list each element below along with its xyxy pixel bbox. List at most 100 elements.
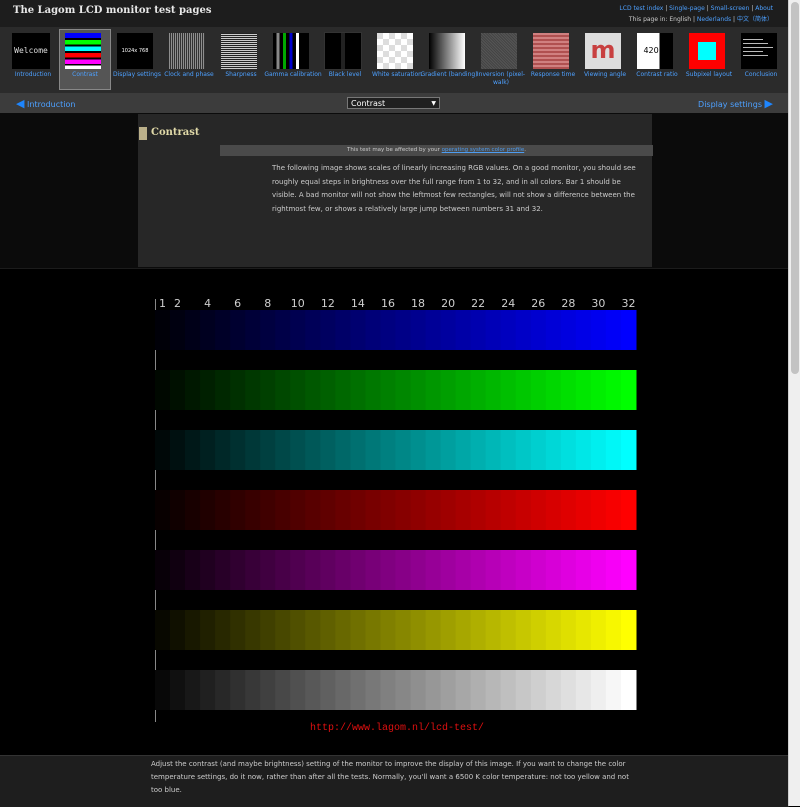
thumb-response-time[interactable]: Response time xyxy=(528,30,578,89)
scale-step xyxy=(365,610,381,650)
conclusion-line xyxy=(743,47,773,48)
link-test-index[interactable]: LCD test index xyxy=(619,5,663,12)
scale-step xyxy=(605,670,622,710)
thumb-black-level[interactable]: Black level xyxy=(320,30,370,89)
top-links: LCD test index | Single-page | Small-scr… xyxy=(619,5,773,23)
link-single-page[interactable]: Single-page xyxy=(669,5,705,12)
gradient-icon xyxy=(429,33,465,69)
scale-step xyxy=(365,310,381,350)
scale-step xyxy=(500,490,517,530)
warning-text: This test may be affected by your xyxy=(347,147,442,153)
color-profile-link[interactable]: operating system color profile xyxy=(442,147,525,153)
thumb-sharpness[interactable]: Sharpness xyxy=(216,30,266,89)
prev-page-link[interactable]: ◀ Introduction xyxy=(16,97,75,110)
scale-step xyxy=(155,310,171,350)
scale-step xyxy=(215,310,231,350)
scale-step xyxy=(530,430,547,470)
scale-step xyxy=(425,370,442,410)
scale-step xyxy=(170,550,186,590)
conclusion-line xyxy=(743,55,768,56)
color-scale-yellow xyxy=(155,610,637,650)
scale-step xyxy=(530,490,547,530)
scale-step xyxy=(620,550,637,590)
link-small-screen[interactable]: Small-screen xyxy=(711,5,750,12)
scale-step xyxy=(365,550,381,590)
scale-step xyxy=(155,370,171,410)
scrollbar[interactable] xyxy=(788,0,800,806)
white-saturation-icon xyxy=(377,33,413,69)
scale-step xyxy=(170,670,186,710)
scale-step xyxy=(395,550,412,590)
clock-phase-icon xyxy=(169,33,205,69)
scale-step xyxy=(545,550,562,590)
scale-label: 1 xyxy=(159,297,166,310)
scale-step xyxy=(260,310,276,350)
scale-step xyxy=(350,550,366,590)
scale-step xyxy=(455,310,472,350)
scale-step xyxy=(575,430,592,470)
scale-step xyxy=(575,490,592,530)
scale-step xyxy=(590,370,607,410)
scale-step xyxy=(515,610,532,650)
thumb-gamma-calibration[interactable]: Gamma calibration xyxy=(264,30,322,89)
scale-step xyxy=(155,670,171,710)
language-prefix: This page in: xyxy=(628,16,668,23)
page-select[interactable]: Contrast ▼ xyxy=(347,97,440,109)
next-page-label: Display settings xyxy=(698,100,762,109)
thumb-inversion-pixel-walk[interactable]: Inversion (pixel-walk) xyxy=(476,30,526,89)
language-dutch[interactable]: Nederlands xyxy=(697,16,731,23)
scale-step xyxy=(335,610,351,650)
scale-step xyxy=(560,490,577,530)
scale-step xyxy=(245,550,261,590)
scale-step xyxy=(320,610,336,650)
scale-step xyxy=(515,370,532,410)
scale-step xyxy=(275,310,291,350)
thumb-subpixel-layout[interactable]: Subpixel layout xyxy=(684,30,734,89)
scale-label: 10 xyxy=(291,297,305,310)
scale-step xyxy=(320,370,336,410)
contrast-bars-icon xyxy=(65,33,101,69)
scale-label: 16 xyxy=(381,297,395,310)
thumb-viewing-angle[interactable]: m Viewing angle xyxy=(580,30,630,89)
scale-step xyxy=(200,670,216,710)
scale-step xyxy=(290,490,306,530)
scale-step xyxy=(260,370,276,410)
scale-step xyxy=(350,370,366,410)
scale-step xyxy=(530,370,547,410)
scrollbar-thumb[interactable] xyxy=(791,2,799,374)
page-select-value: Contrast xyxy=(351,99,386,108)
scale-step xyxy=(620,370,637,410)
language-chinese[interactable]: 中文（简体） xyxy=(737,16,773,23)
scale-step xyxy=(440,370,457,410)
scale-step xyxy=(485,430,502,470)
thumb-contrast[interactable]: Contrast xyxy=(59,29,111,90)
next-page-link[interactable]: Display settings ▶ xyxy=(698,97,773,110)
thumb-contrast-ratio[interactable]: 420:1 Contrast ratio xyxy=(632,30,682,89)
scale-step xyxy=(560,610,577,650)
scale-step xyxy=(260,610,276,650)
scale-step xyxy=(275,550,291,590)
scale-label: 14 xyxy=(351,297,365,310)
scale-step xyxy=(410,670,427,710)
scale-step xyxy=(365,370,381,410)
thumb-conclusion[interactable]: Conclusion xyxy=(736,30,786,89)
scale-step xyxy=(545,610,562,650)
scale-step xyxy=(440,310,457,350)
scale-step xyxy=(320,550,336,590)
thumb-gradient-banding[interactable]: Gradient (banding) xyxy=(420,30,478,89)
scale-step xyxy=(410,490,427,530)
link-about[interactable]: About xyxy=(755,5,773,12)
thumb-introduction[interactable]: Welcome Introduction xyxy=(8,30,58,89)
thumb-clock-and-phase[interactable]: Clock and phase xyxy=(164,30,214,89)
scale-step xyxy=(530,610,547,650)
scale-step xyxy=(170,490,186,530)
scale-step xyxy=(350,430,366,470)
thumb-display-settings[interactable]: 1024x 768 Display settings xyxy=(112,30,162,89)
scale-step xyxy=(560,370,577,410)
thumb-white-saturation[interactable]: White saturation xyxy=(372,30,422,89)
contrast-chart: 1 2 4 6 8 10 12 14 16 18 20 22 24 26 28 30 32 xyxy=(155,297,637,722)
scale-step xyxy=(170,310,186,350)
scale-step xyxy=(560,670,577,710)
scale-step xyxy=(170,430,186,470)
scale-step xyxy=(320,430,336,470)
